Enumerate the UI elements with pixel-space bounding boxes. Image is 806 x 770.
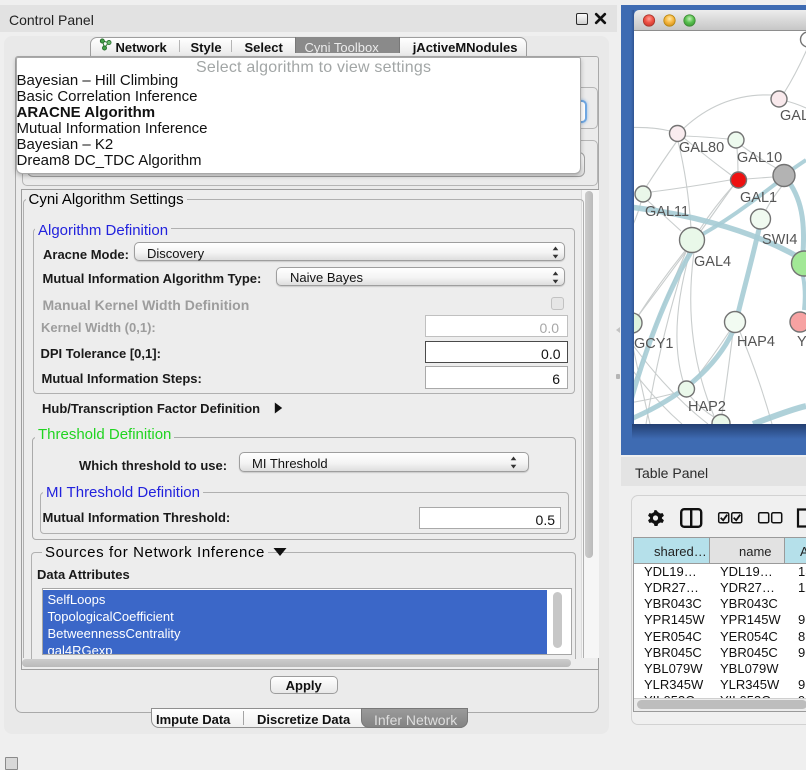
svg-text:GAL4: GAL4 [694,254,731,270]
svg-text:GAL1: GAL1 [740,190,777,206]
svg-text:GAL10: GAL10 [737,150,782,166]
svg-text:SWI4: SWI4 [762,232,797,248]
svg-text:GAL11: GAL11 [645,204,689,220]
svg-text:GAL: GAL [780,108,806,124]
svg-text:HAP4: HAP4 [737,334,775,350]
svg-text:HAP2: HAP2 [688,399,726,415]
svg-text:GCY1: GCY1 [634,336,674,352]
svg-text:Y: Y [797,334,806,350]
svg-text:GAL80: GAL80 [679,140,724,156]
